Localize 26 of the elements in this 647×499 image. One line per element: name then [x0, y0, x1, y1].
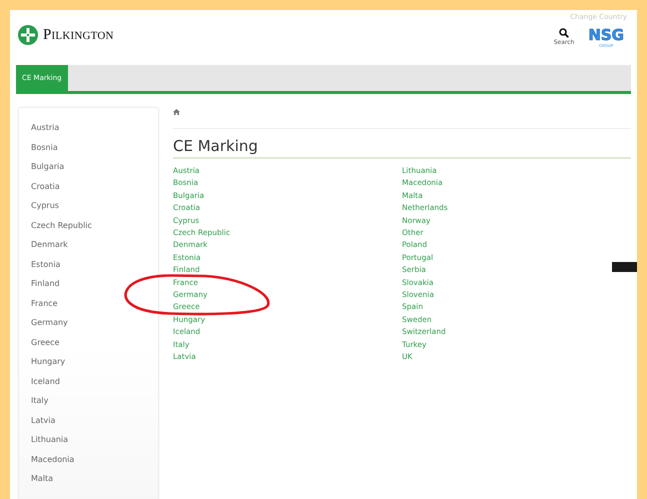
bar-mark	[612, 262, 637, 272]
sidebar-item[interactable]: Bosnia	[31, 142, 158, 161]
sidebar-item[interactable]: Hungary	[31, 356, 158, 376]
sidebar-item[interactable]: Iceland	[31, 376, 158, 395]
page-heading: CE Marking	[173, 137, 631, 159]
sidebar-item[interactable]: Estonia	[31, 258, 158, 278]
sidebar-item[interactable]: Italy	[31, 395, 158, 414]
sidebar-item[interactable]: Malta	[31, 473, 158, 492]
sidebar-item[interactable]: Croatia	[31, 180, 158, 200]
logo-icon	[18, 25, 38, 46]
sidebar-item[interactable]: Austria	[31, 122, 158, 142]
sidebar-item[interactable]: Czech Republic	[31, 220, 158, 239]
sidebar-item[interactable]: Denmark	[31, 239, 158, 258]
sidebar-item[interactable]: Greece	[31, 336, 158, 356]
sidebar-item[interactable]: Cyprus	[31, 200, 158, 220]
brand-logo-text[interactable]: Pilkington	[43, 24, 114, 46]
sidebar-item[interactable]: Finland	[31, 278, 158, 298]
search-icon[interactable]	[559, 28, 570, 38]
home-icon[interactable]	[173, 109, 180, 115]
sidebar-item[interactable]: Bulgaria	[31, 161, 158, 180]
sidebar-item[interactable]: Macedonia	[31, 454, 158, 473]
sidebar-item[interactable]: Lithuania	[31, 434, 158, 454]
sidebar-item[interactable]: Latvia	[31, 414, 158, 434]
sidebar-item[interactable]: Germany	[31, 317, 158, 336]
group-logo[interactable]: NSG	[588, 28, 624, 43]
sidebar-item[interactable]: France	[31, 298, 158, 317]
